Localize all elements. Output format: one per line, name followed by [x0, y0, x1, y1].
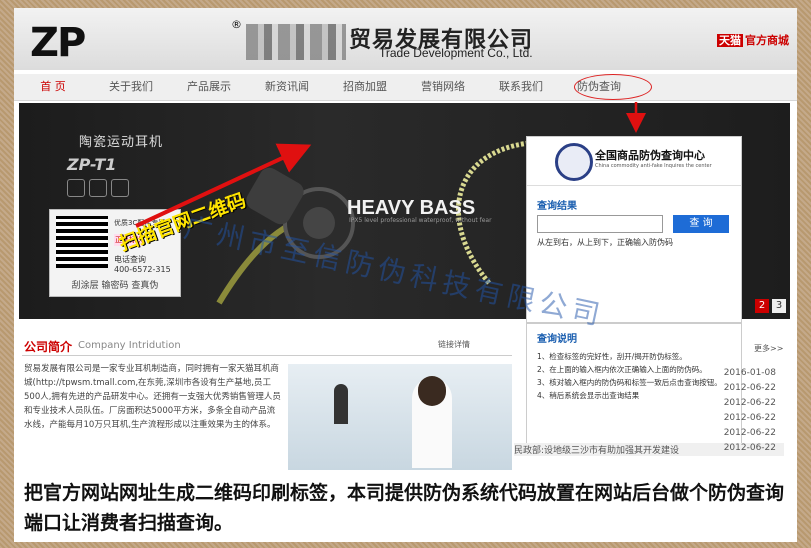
guide-step: 1、检查标签的完好性，刮开/揭开防伪标签。	[537, 352, 687, 361]
label-phone-number: 400-6572-315	[114, 265, 171, 274]
news-date: 2016-01-08	[723, 368, 776, 378]
query-guide-panel: 查询说明 1、检查标签的完好性，刮开/揭开防伪标签。 2、在上面的输入框内依次正…	[526, 323, 742, 445]
query-hint: 从左到右，从上到下，正确输入防伪码	[537, 238, 673, 247]
tmall-link[interactable]: 天猫 官方商城	[717, 32, 789, 48]
guide-step: 4、稍后系统会显示出查询结果	[537, 391, 640, 400]
news-row[interactable]: 民政部:设地级三沙市有助加强其开发建设 2012-06-22	[514, 443, 784, 456]
guide-step: 3、核对输入框内的防伪码和标签一致后点击查询按钮。	[537, 378, 722, 387]
caption-box: 把官方网站网址生成二维码印刷标签，本司提供防伪系统代码放置在网站后台做个防伪查询…	[14, 470, 797, 542]
guide-steps: 1、检查标签的完好性，刮开/揭开防伪标签。 2、在上面的输入框内依次正确输入上面…	[537, 350, 733, 402]
nav-news[interactable]: 新资讯闻	[248, 74, 326, 100]
qr-code	[56, 216, 108, 268]
guide-label: 查询说明	[537, 334, 577, 345]
result-label: 查询结果	[537, 201, 577, 212]
query-header: 全国商品防伪查询中心 China commodity anti-fake Inq…	[527, 137, 741, 186]
highlight-circle	[574, 74, 652, 100]
tmall-text: 官方商城	[745, 34, 789, 47]
label-phone: 电话查询 400-6572-315	[114, 254, 171, 274]
label-instruction: 刮涂层 输密码 查真伪	[71, 281, 159, 291]
banner-slogan-sub: IPX5 level professional waterproof, with…	[349, 217, 492, 224]
caption-text: 把官方网站网址生成二维码印刷标签，本司提供防伪系统代码放置在网站后台做个防伪查询…	[24, 482, 785, 534]
news-title: 民政部:设地级三沙市有助加强其开发建设	[514, 446, 680, 456]
nav-network[interactable]: 营销网络	[404, 74, 482, 100]
nav-contact[interactable]: 联系我们	[482, 74, 560, 100]
nav-products[interactable]: 产品展示	[170, 74, 248, 100]
intro-more-link[interactable]: 链接详情	[438, 339, 470, 350]
person-figure	[412, 376, 452, 468]
banner-pager: 2 3	[755, 299, 786, 313]
query-title: 全国商品防伪查询中心	[595, 149, 705, 162]
news-date: 2012-06-22	[723, 413, 776, 423]
website-screenshot: ZP ® 贸易发展有限公司 Trade Development Co., Ltd…	[14, 8, 797, 542]
pager-page-2[interactable]: 2	[755, 299, 769, 313]
intro-title: 公司简介	[24, 340, 73, 354]
query-button[interactable]: 查 询	[673, 215, 729, 233]
registered-mark: ®	[231, 18, 242, 31]
news-date: 2012-06-22	[723, 428, 776, 438]
brand-logo[interactable]: ZP	[30, 20, 86, 66]
news-date: 2012-06-22	[723, 398, 776, 408]
main-nav: 首 页 关于我们 产品展示 新资讯闻 招商加盟 营销网络 联系我们 防伪查询	[14, 74, 797, 101]
person-figure	[334, 384, 348, 424]
pager-page-3[interactable]: 3	[772, 299, 786, 313]
nav-franchise[interactable]: 招商加盟	[326, 74, 404, 100]
guide-step: 2、在上面的输入框内依次正确输入上面的防伪码。	[537, 365, 707, 374]
label-phone-caption: 电话查询	[114, 255, 146, 264]
intro-title-en: Company Intridution	[78, 340, 181, 351]
anti-fake-code-input[interactable]	[537, 215, 663, 233]
company-name-en: Trade Development Co., Ltd.	[379, 46, 533, 60]
news-date: 2012-06-22	[723, 383, 776, 393]
site-header: ZP ® 贸易发展有限公司 Trade Development Co., Ltd…	[14, 8, 797, 70]
divider	[22, 355, 512, 356]
intro-text: 贸易发展有限公司是一家专业耳机制造商，同时拥有一家天猫耳机商城(http://t…	[24, 364, 281, 430]
news-more-link[interactable]: 更多>>	[754, 343, 783, 354]
blurred-company-name	[246, 24, 346, 60]
query-subtitle: China commodity anti-fake Inquires the c…	[595, 163, 712, 169]
nav-home[interactable]: 首 页	[14, 74, 92, 100]
seal-icon	[555, 143, 593, 181]
news-date: 2012-06-22	[723, 443, 776, 453]
office-photo	[288, 364, 512, 474]
tmall-badge: 天猫	[717, 34, 743, 47]
nav-about[interactable]: 关于我们	[92, 74, 170, 100]
